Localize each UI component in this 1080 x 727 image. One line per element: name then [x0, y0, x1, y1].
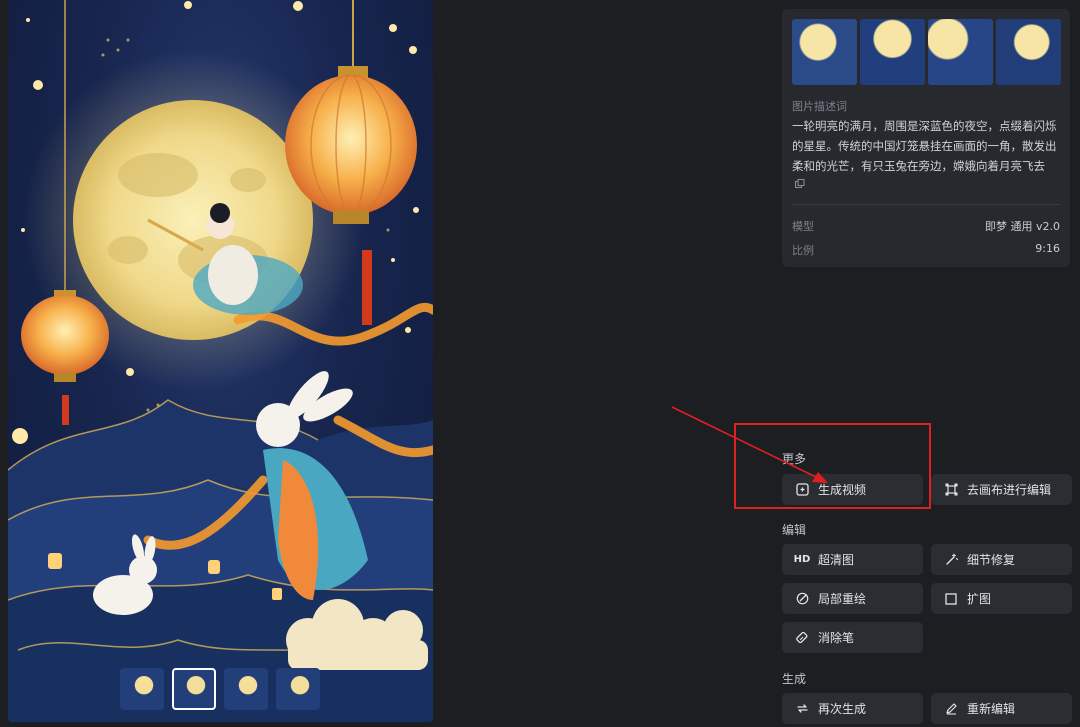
inpaint-button[interactable]: 局部重绘 — [782, 583, 923, 614]
ratio-label: 比例 — [792, 244, 814, 257]
model-row: 模型 即梦 通用 v2.0 — [792, 218, 1060, 234]
description-label: 图片描述词 — [792, 100, 847, 113]
eraser-button[interactable]: 消除笔 — [782, 622, 923, 653]
refresh-icon — [795, 702, 809, 716]
pencil-icon — [944, 702, 958, 716]
result-thumbnail-selected[interactable] — [172, 668, 216, 710]
ratio-row: 比例 9:16 — [792, 242, 1060, 258]
ratio-value: 9:16 — [1035, 242, 1060, 255]
model-value: 即梦 通用 v2.0 — [985, 220, 1060, 233]
artwork-illustration — [8, 0, 433, 722]
canvas-edit-label: 去画布进行编辑 — [967, 483, 1052, 497]
regenerate-label: 再次生成 — [818, 702, 867, 716]
divider — [792, 204, 1060, 205]
re-edit-button[interactable]: 重新编辑 — [931, 693, 1072, 724]
upscale-button[interactable]: HD 超清图 — [782, 544, 923, 575]
reference-image[interactable] — [792, 19, 857, 85]
reference-image[interactable] — [860, 19, 925, 85]
magic-wand-icon — [944, 553, 958, 567]
detail-repair-label: 细节修复 — [967, 553, 1016, 567]
result-thumbnails — [120, 668, 320, 710]
preview-image[interactable] — [8, 0, 433, 722]
reference-image[interactable] — [996, 19, 1061, 85]
result-thumbnail[interactable] — [224, 668, 268, 710]
inpaint-label: 局部重绘 — [818, 592, 867, 606]
expand-label: 扩图 — [967, 592, 992, 606]
eraser-icon — [795, 631, 809, 645]
re-edit-label: 重新编辑 — [967, 702, 1016, 716]
description-text: 一轮明亮的满月，周围是深蓝色的夜空，点缀着闪烁的星星。传统的中国灯笼悬挂在画面的… — [792, 119, 1057, 173]
model-label: 模型 — [792, 220, 814, 233]
expand-button[interactable]: 扩图 — [931, 583, 1072, 614]
eraser-label: 消除笔 — [818, 631, 855, 645]
brush-icon — [795, 592, 809, 606]
canvas-icon — [944, 483, 958, 497]
copy-icon[interactable] — [795, 179, 805, 189]
expand-icon — [944, 592, 958, 606]
result-thumbnail[interactable] — [276, 668, 320, 710]
upscale-label: 超清图 — [818, 553, 855, 567]
regenerate-button[interactable]: 再次生成 — [782, 693, 923, 724]
hd-icon: HD — [793, 554, 811, 565]
reference-image[interactable] — [928, 19, 993, 85]
detail-repair-button[interactable]: 细节修复 — [931, 544, 1072, 575]
annotation-highlight-box — [734, 423, 931, 509]
reference-images — [792, 19, 1061, 85]
result-thumbnail[interactable] — [120, 668, 164, 710]
section-edit-label: 编辑 — [782, 523, 807, 537]
image-info-card: 图片描述词 一轮明亮的满月，周围是深蓝色的夜空，点缀着闪烁的星星。传统的中国灯笼… — [782, 9, 1070, 267]
canvas-edit-button[interactable]: 去画布进行编辑 — [931, 474, 1072, 505]
section-generate-label: 生成 — [782, 672, 807, 686]
